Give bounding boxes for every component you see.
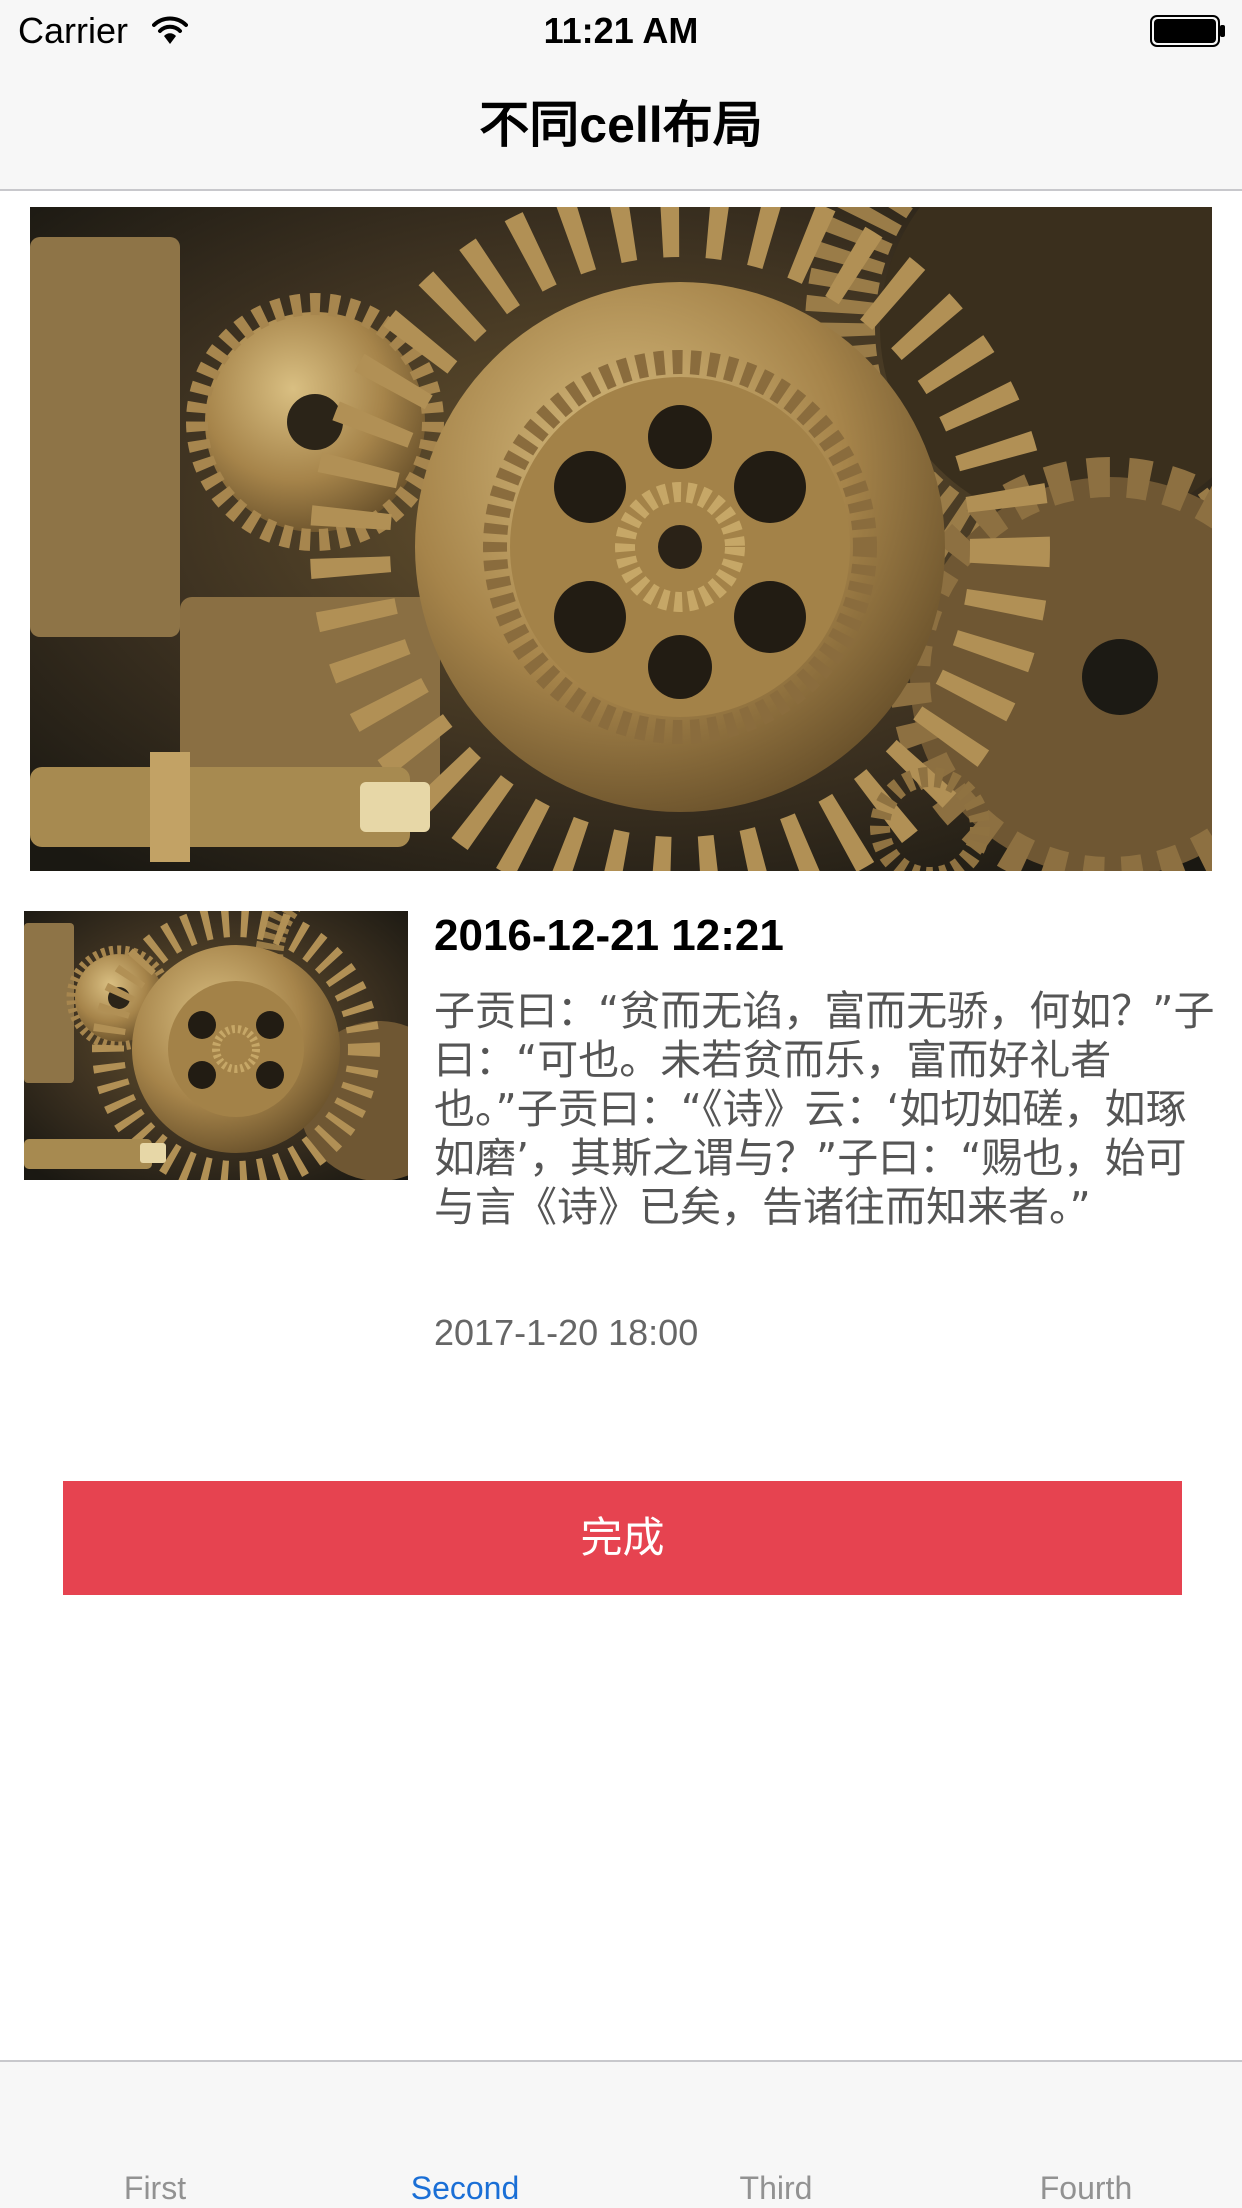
- tab-label: First: [123, 2170, 187, 2206]
- tab-fourth[interactable]: Fourth: [931, 2062, 1241, 2208]
- done-button[interactable]: 完成: [63, 1481, 1182, 1595]
- tab-label: Second: [410, 2170, 520, 2206]
- hero-gears-image: [30, 207, 1212, 871]
- thumbnail-gears-image: [24, 911, 408, 1180]
- tab-second[interactable]: Second: [310, 2062, 620, 2208]
- cell-body-text: 子贡曰：“贫而无谄，富而无骄，何如？”子曰：“可也。未若贫而乐，富而好礼者也。”…: [434, 987, 1215, 1231]
- tab-first[interactable]: First: [0, 2062, 310, 2208]
- tab-label: Third: [739, 2170, 813, 2206]
- tab-label: Fourth: [1039, 2170, 1133, 2206]
- status-time: 11:21 AM: [543, 10, 699, 51]
- cell-date: 2016-12-21 12:21: [434, 911, 784, 960]
- tab-third[interactable]: Third: [621, 2062, 931, 2208]
- screen: Carrier 11:21 AM 不同cell布局 2016-12-21 12:…: [0, 0, 1242, 2208]
- page-title: 不同cell布局: [479, 97, 763, 153]
- battery-icon: [1150, 15, 1225, 47]
- tab-bar: First Second Third Fourth: [0, 2060, 1242, 2208]
- cell-time: 2017-1-20 18:00: [434, 1312, 699, 1353]
- navigation-bar: Carrier 11:21 AM 不同cell布局: [0, 0, 1242, 191]
